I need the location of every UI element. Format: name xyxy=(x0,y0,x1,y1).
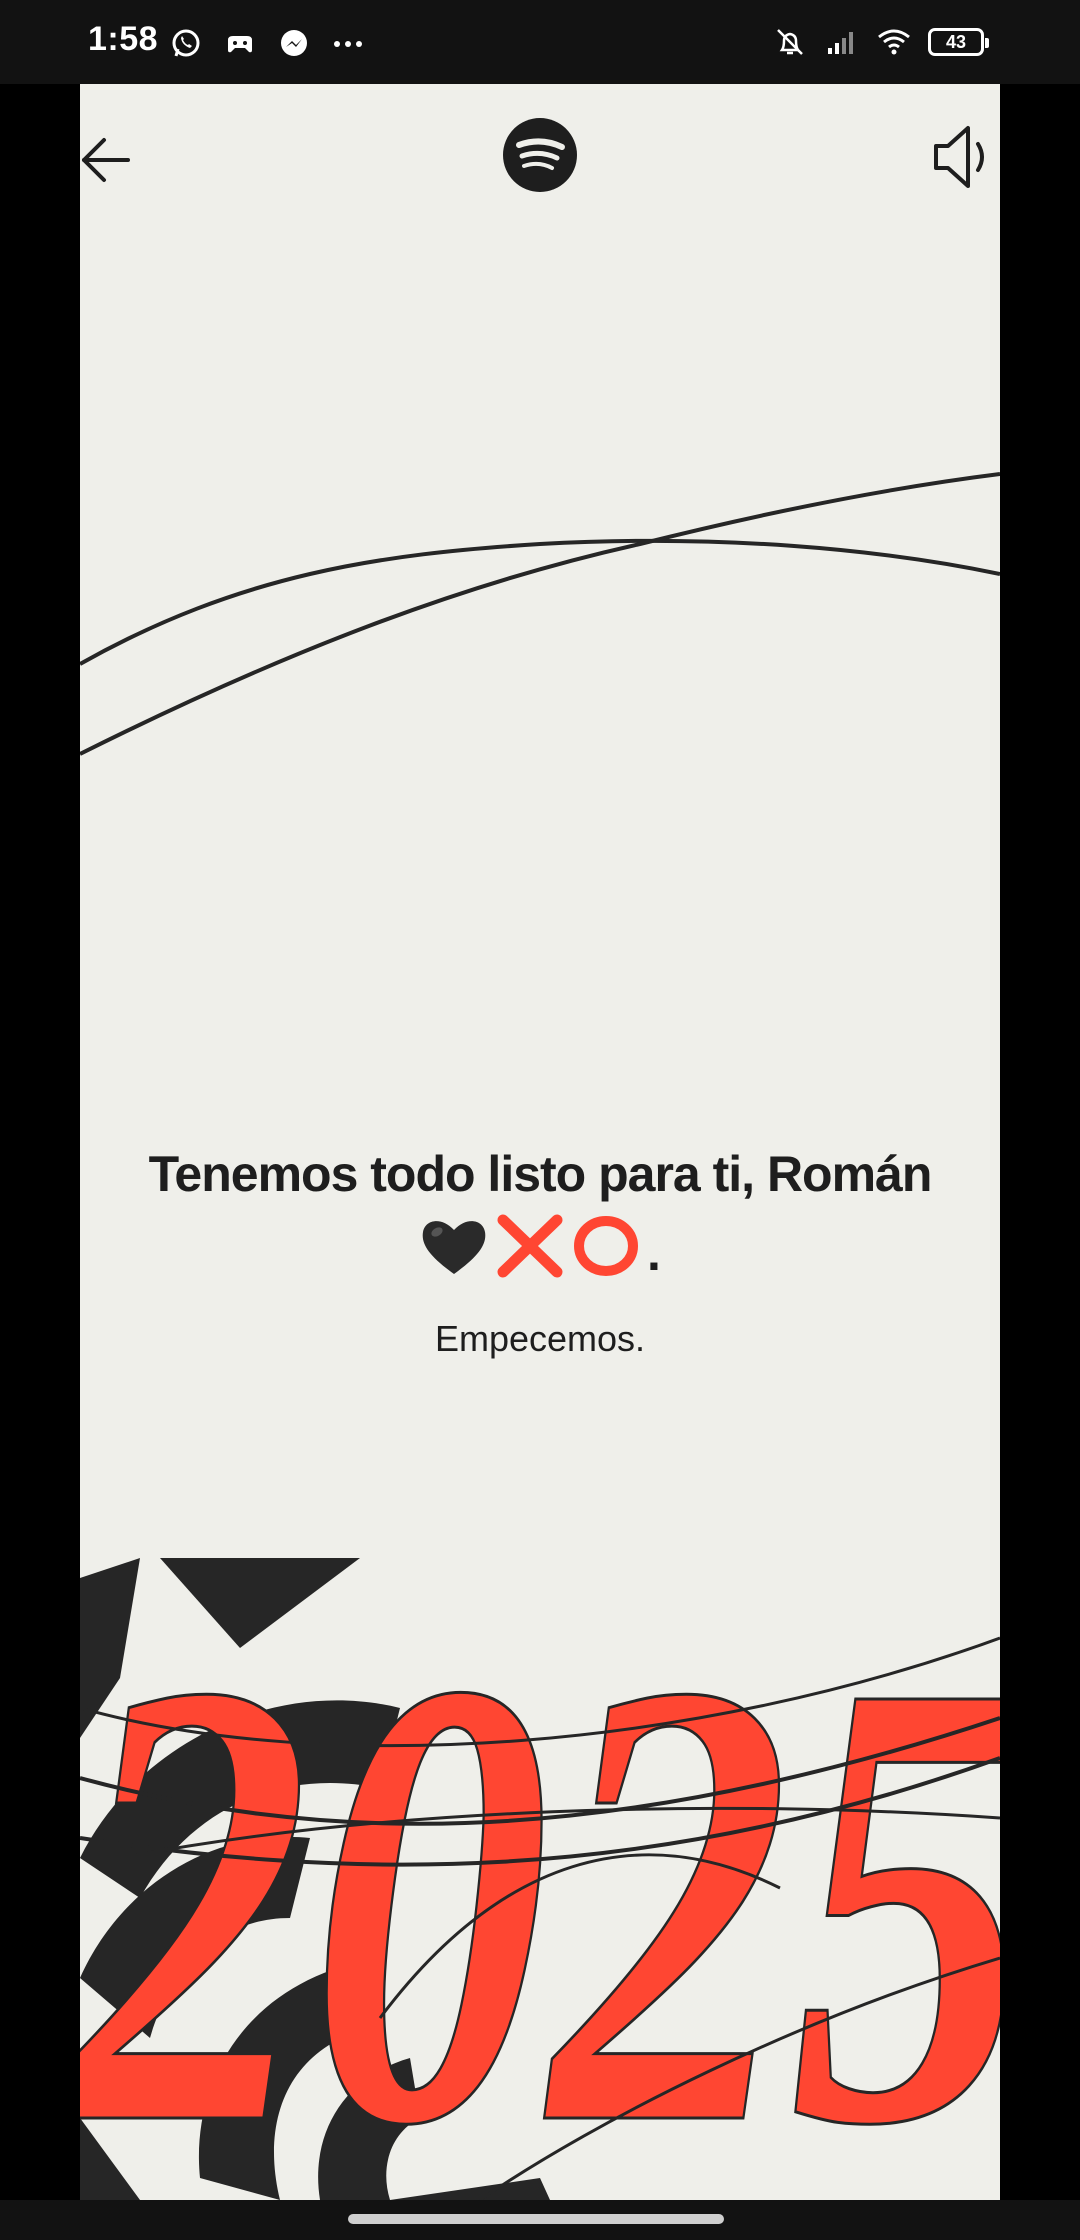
emoji-line: . xyxy=(80,1214,1000,1278)
arrow-left-icon[interactable] xyxy=(80,120,136,200)
speaker-icon[interactable] xyxy=(932,122,994,192)
status-time: 1:58 xyxy=(88,20,159,58)
navigation-bar xyxy=(0,2200,1080,2240)
cross-mark-icon xyxy=(497,1214,563,1278)
wifi-icon xyxy=(878,29,910,55)
headline: Tenemos todo listo para ti, Román xyxy=(148,1146,933,1202)
status-bar: 1:58 43 xyxy=(0,0,1080,84)
battery-icon: 43 xyxy=(928,28,989,56)
year-artwork: 2025 xyxy=(80,1558,1000,2200)
bell-off-icon xyxy=(777,29,803,55)
system-icons: 43 xyxy=(772,24,989,60)
intro-message: Tenemos todo listo para ti, Román . Empe… xyxy=(80,1144,1000,1360)
subline: Empecemos. xyxy=(434,1318,646,1359)
decorative-curves xyxy=(80,472,1000,756)
top-bar xyxy=(80,84,1000,224)
more-dots-icon xyxy=(334,41,362,47)
spotify-logo-icon xyxy=(503,118,577,192)
game-controller-icon xyxy=(228,36,252,53)
messenger-icon xyxy=(281,30,307,56)
notification-icons xyxy=(168,26,366,62)
wrapped-story-screen[interactable]: Tenemos todo listo para ti, Román . Empe… xyxy=(80,84,1000,2200)
battery-level: 43 xyxy=(945,31,967,52)
black-heart-icon xyxy=(422,1221,486,1274)
home-gesture-handle[interactable] xyxy=(348,2214,724,2224)
signal-icon xyxy=(828,32,853,54)
hollow-circle-icon xyxy=(574,1216,639,1276)
whatsapp-icon xyxy=(172,29,200,57)
emoji-trail: . xyxy=(647,1225,661,1281)
